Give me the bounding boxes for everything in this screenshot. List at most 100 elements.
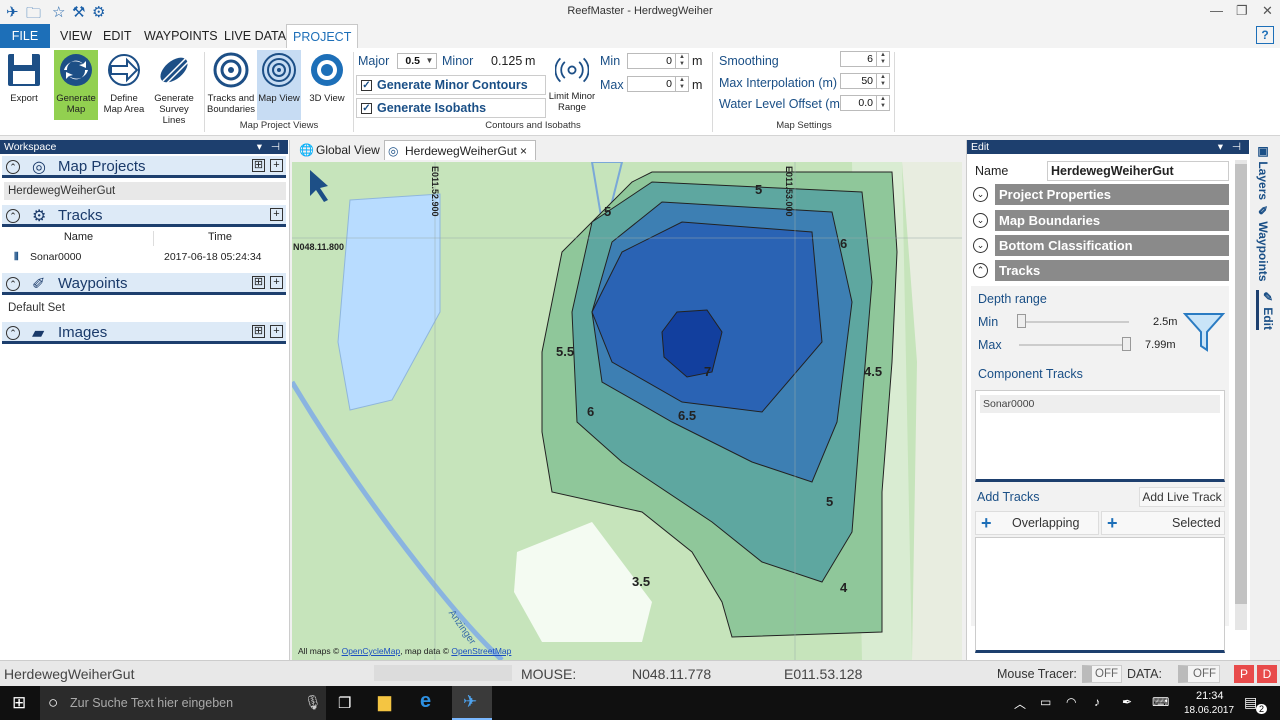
column-header-name[interactable]: Name xyxy=(4,231,154,246)
max-slider-track[interactable] xyxy=(1019,344,1129,346)
max-interpolation-input[interactable]: 50 ▲ ▼ xyxy=(840,73,890,89)
clock-date[interactable]: 18.06.2017 xyxy=(1184,705,1234,716)
battery-icon[interactable]: ▭ xyxy=(1040,695,1051,709)
overlapping-button[interactable]: + Overlapping xyxy=(975,511,1099,535)
add-icon[interactable]: + xyxy=(270,208,283,221)
table-row[interactable]: ⦀ Sonar0000 2017-06-18 05:24:34 xyxy=(4,248,286,266)
selected-button[interactable]: + Selected xyxy=(1101,511,1225,535)
generate-isobaths-checkbox[interactable]: ✓ Generate Isobaths xyxy=(356,98,546,118)
section-project-properties[interactable]: Project Properties xyxy=(995,184,1229,205)
tab-waypoints[interactable]: ✐ Waypoints xyxy=(1256,204,1270,282)
pin-icon[interactable]: ⊣ xyxy=(271,140,280,154)
menu-file[interactable]: FILE xyxy=(0,24,50,48)
name-field[interactable]: HerdewegWeiherGut xyxy=(1047,161,1229,181)
task-view-icon[interactable]: ❐ xyxy=(338,694,351,712)
tab-edit[interactable]: ✎ Edit xyxy=(1256,290,1275,331)
pen-icon[interactable]: ✒ xyxy=(1122,695,1132,709)
waypoints-section[interactable]: ⌃ ✐ Waypoints ⊞ + xyxy=(2,273,286,295)
opencyclemap-link[interactable]: OpenCycleMap xyxy=(342,646,401,656)
images-section[interactable]: ⌃ ▰ Images ⊞ + xyxy=(2,322,286,344)
minimize-icon[interactable]: — xyxy=(1210,3,1223,18)
reefmaster-taskbar-button[interactable]: ✈ xyxy=(452,686,492,720)
range-max-input[interactable]: 0 ▲ ▼ xyxy=(627,76,689,92)
collapse-icon[interactable]: ⌃ xyxy=(6,277,20,291)
windows-start-icon[interactable]: ⊞ xyxy=(12,693,26,713)
depth-map[interactable] xyxy=(292,162,962,660)
map-canvas[interactable]: E011.52.900 E011.53.000 N048.11.800 5 5 … xyxy=(292,162,962,660)
section-tracks[interactable]: Tracks xyxy=(995,260,1229,281)
column-header-time[interactable]: Time xyxy=(154,231,286,246)
openstreetmap-link[interactable]: OpenStreetMap xyxy=(451,646,511,656)
spin-arrows-icon[interactable]: ▲ ▼ xyxy=(675,77,688,91)
collapse-icon[interactable]: ⌃ xyxy=(973,263,988,278)
tray-expand-icon[interactable]: ︿ xyxy=(1014,695,1026,712)
d-button[interactable]: D xyxy=(1257,665,1277,683)
generate-survey-lines-button[interactable]: Generate Survey Lines xyxy=(148,50,200,126)
restore-icon[interactable]: ❐ xyxy=(1236,3,1248,19)
menu-waypoints[interactable]: WAYPOINTS xyxy=(138,24,224,48)
dropdown-icon[interactable]: ▾ xyxy=(1218,140,1223,154)
min-slider-thumb[interactable] xyxy=(1017,314,1026,328)
range-min-input[interactable]: 0 ▲ ▼ xyxy=(627,53,689,69)
wifi-icon[interactable]: ◠ xyxy=(1066,695,1076,709)
limit-minor-range-button[interactable]: Limit Minor Range xyxy=(548,52,596,122)
add-icon[interactable]: + xyxy=(270,276,283,289)
tab-global-view[interactable]: 🌐 Global View xyxy=(296,140,382,160)
expand-all-icon[interactable]: ⊞ xyxy=(252,159,265,172)
tracks-boundaries-button[interactable]: Tracks and Boundaries xyxy=(207,50,255,120)
mouse-tracer-toggle[interactable]: OFF xyxy=(1082,665,1122,683)
scrollbar[interactable] xyxy=(1235,160,1247,630)
list-item[interactable]: Sonar0000 xyxy=(980,395,1220,413)
edge-browser-icon[interactable]: e xyxy=(420,690,431,713)
add-icon[interactable]: + xyxy=(270,325,283,338)
clock-time[interactable]: 21:34 xyxy=(1196,690,1224,702)
file-explorer-icon[interactable]: ▆ xyxy=(378,692,391,712)
spin-arrows-icon[interactable]: ▲ ▼ xyxy=(675,54,688,68)
major-dropdown[interactable]: 0.5 ▼ xyxy=(397,53,437,69)
generate-minor-contours-checkbox[interactable]: ✓ Generate Minor Contours xyxy=(356,75,546,95)
p-button[interactable]: P xyxy=(1234,665,1254,683)
collapse-icon[interactable]: ⌃ xyxy=(6,209,20,223)
spin-arrows-icon[interactable]: ▲ ▼ xyxy=(876,52,889,66)
microphone-icon[interactable]: 🎙 xyxy=(304,694,322,711)
spin-arrows-icon[interactable]: ▲ ▼ xyxy=(876,96,889,110)
section-map-boundaries[interactable]: Map Boundaries xyxy=(995,210,1229,231)
expand-all-icon[interactable]: ⊞ xyxy=(252,325,265,338)
close-window-icon[interactable]: ✕ xyxy=(1262,3,1273,19)
help-button[interactable]: ? xyxy=(1256,26,1274,44)
waypoint-set-item[interactable]: Default Set xyxy=(4,299,286,317)
export-button[interactable]: Export xyxy=(2,50,46,120)
expand-icon[interactable]: ⌄ xyxy=(973,238,988,253)
section-bottom-classification[interactable]: Bottom Classification xyxy=(995,235,1229,256)
scrollbar-thumb[interactable] xyxy=(1235,164,1247,604)
collapse-icon[interactable]: ⌃ xyxy=(6,160,20,174)
smoothing-input[interactable]: 6 ▲ ▼ xyxy=(840,51,890,67)
spin-arrows-icon[interactable]: ▲ ▼ xyxy=(876,74,889,88)
menu-project[interactable]: PROJECT xyxy=(286,24,359,48)
menu-live-data[interactable]: LIVE DATA xyxy=(218,24,292,48)
close-tab-icon[interactable]: × xyxy=(520,141,527,161)
map-view-button[interactable]: Map View xyxy=(257,50,301,120)
water-level-offset-input[interactable]: 0.0 ▲ ▼ xyxy=(840,95,890,111)
min-slider-track[interactable] xyxy=(1019,321,1129,323)
tab-layers[interactable]: ▣ Layers xyxy=(1256,144,1270,200)
data-toggle[interactable]: OFF xyxy=(1178,665,1220,683)
expand-icon[interactable]: ⌄ xyxy=(973,187,988,202)
search-box[interactable]: ○ Zur Suche Text hier eingeben 🎙 xyxy=(40,686,326,720)
generate-map-button[interactable]: Generate Map xyxy=(54,50,98,120)
keyboard-icon[interactable]: ⌨ xyxy=(1152,695,1169,709)
collapse-icon[interactable]: ⌃ xyxy=(6,326,20,340)
tab-herdewegweihergut[interactable]: ◎ HerdewegWeiherGut × xyxy=(384,140,536,160)
max-slider-thumb[interactable] xyxy=(1122,337,1131,351)
volume-icon[interactable]: ♪ xyxy=(1094,695,1100,709)
define-map-area-button[interactable]: Define Map Area xyxy=(102,50,146,120)
3d-view-button[interactable]: 3D View xyxy=(305,50,349,120)
tracks-section[interactable]: ⌃ ⚙ Tracks + xyxy=(2,205,286,227)
map-projects-section[interactable]: ⌃ ◎ Map Projects ⊞ + xyxy=(2,156,286,178)
map-project-item[interactable]: HerdewegWeiherGut xyxy=(4,182,286,200)
dropdown-icon[interactable]: ▾ xyxy=(257,140,262,154)
expand-icon[interactable]: ⌄ xyxy=(973,213,988,228)
menu-view[interactable]: VIEW xyxy=(54,24,98,48)
filter-funnel-icon[interactable] xyxy=(1183,312,1225,352)
add-icon[interactable]: + xyxy=(270,159,283,172)
